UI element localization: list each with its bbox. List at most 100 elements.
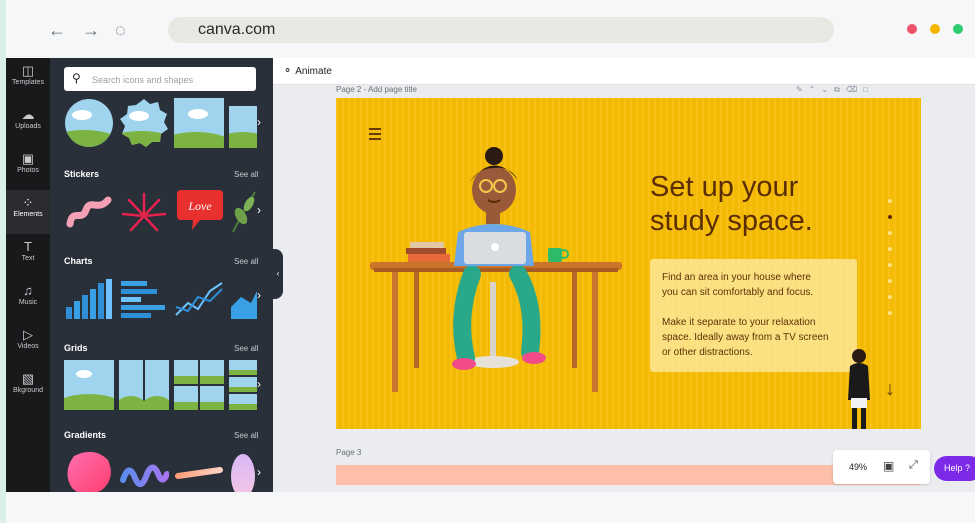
charts-row: ›: [64, 274, 273, 326]
see-all-grids[interactable]: See all: [234, 344, 258, 353]
chevron-right-icon[interactable]: ›: [257, 115, 261, 129]
horizontal-scrollbar[interactable]: [273, 486, 975, 492]
page-toolbar: ✎⌃⌄⧉⌫□: [796, 85, 874, 95]
search-input[interactable]: [90, 70, 254, 90]
lavender-gradient[interactable]: [229, 448, 257, 492]
move-up-icon[interactable]: ⌃: [809, 85, 822, 94]
slide-heading[interactable]: Set up your study space.: [650, 170, 850, 238]
background-pattern-icon: ▧: [21, 371, 35, 386]
templates-icon: ◫: [21, 63, 35, 78]
area-chart-thumbnail[interactable]: [229, 274, 257, 324]
design-slide[interactable]: Set up your study space. Find an area in…: [336, 98, 921, 429]
rail-item-uploads[interactable]: ☁ Uploads: [6, 102, 50, 146]
single-grid-thumbnail[interactable]: [64, 360, 114, 410]
rail-item-label: Bkground: [13, 387, 43, 394]
grid-view-icon[interactable]: ▣: [883, 459, 894, 473]
slide-paragraph-2-line-3: or other distractions.: [662, 347, 753, 358]
panel-collapse-handle[interactable]: ‹: [273, 249, 283, 299]
editor-toolbar: ⚬ Animate: [273, 58, 975, 85]
cloud-upload-icon: ☁: [21, 107, 35, 122]
back-arrow-icon[interactable]: ←: [48, 20, 66, 41]
animate-icon: ⚬: [283, 65, 293, 77]
chevron-right-icon[interactable]: ›: [257, 288, 261, 302]
four-cell-grid-thumbnail[interactable]: [174, 360, 224, 410]
slide-text-box[interactable]: Find an area in your house where you can…: [650, 259, 857, 372]
rail-item-label: Text: [21, 255, 35, 262]
section-title-stickers: Stickers: [64, 169, 100, 179]
fullscreen-icon[interactable]: ⤢: [909, 459, 918, 472]
section-title-gradients: Gradients: [64, 430, 107, 440]
rail-item-elements[interactable]: ⁘ Elements: [6, 190, 50, 234]
see-all-gradients[interactable]: See all: [234, 431, 258, 440]
grids-row: ›: [64, 360, 273, 412]
stroke-gradient[interactable]: [174, 448, 224, 492]
zoom-level[interactable]: 49%: [849, 462, 867, 472]
circle-photo-frame[interactable]: [64, 98, 114, 148]
rail-item-templates[interactable]: ◫ Templates: [6, 58, 50, 102]
chevron-right-icon[interactable]: ›: [257, 203, 261, 217]
reload-icon[interactable]: ◌: [115, 20, 126, 41]
section-title-grids: Grids: [64, 343, 88, 353]
bar-chart-thumbnail[interactable]: [64, 274, 114, 324]
shapes-icon: ⁘: [22, 195, 34, 210]
text-icon: T: [24, 239, 32, 254]
rail-item-background[interactable]: ▧ Bkground: [6, 366, 50, 410]
page-3-title[interactable]: Page 3: [336, 448, 361, 457]
pink-blob-gradient[interactable]: [64, 448, 114, 492]
page-2-title[interactable]: Page 2 - Add page title: [336, 85, 417, 94]
section-title-charts: Charts: [64, 256, 93, 266]
leaf-sticker[interactable]: [229, 186, 257, 236]
browser-toolbar: ← → ◌ canva.com: [6, 0, 975, 58]
see-all-stickers[interactable]: See all: [234, 170, 258, 179]
see-all-charts[interactable]: See all: [234, 257, 258, 266]
window-dot-green[interactable]: [953, 24, 963, 34]
rail-item-label: Elements: [13, 211, 43, 218]
canva-editor: ◫ Templates ☁ Uploads ▣ Photos ⁘ Element…: [6, 58, 975, 492]
standing-person-illustration: [848, 349, 870, 429]
shapes-row: ›: [64, 98, 273, 150]
stacked-grid-thumbnail[interactable]: [229, 360, 257, 410]
firework-sticker[interactable]: [119, 186, 169, 236]
delete-page-icon[interactable]: ⌫: [846, 85, 863, 94]
rectangle-photo-frame[interactable]: [229, 98, 257, 148]
slide-paragraph-1-line-2: you can sit comfortably and focus.: [662, 287, 814, 298]
slide-paragraph-2-line-1: Make it separate to your relaxation: [662, 317, 816, 328]
url-text: canva.com: [198, 21, 276, 38]
rail-item-videos[interactable]: ▷ Videos: [6, 322, 50, 366]
chevron-right-icon[interactable]: ›: [257, 465, 261, 479]
chevron-right-icon[interactable]: ›: [257, 377, 261, 391]
duplicate-page-icon[interactable]: ⧉: [834, 85, 846, 94]
gradients-row: ›: [64, 448, 273, 492]
move-down-icon[interactable]: ⌄: [821, 85, 834, 94]
rail-item-label: Templates: [12, 79, 44, 86]
rail-item-photos[interactable]: ▣ Photos: [6, 146, 50, 190]
music-note-icon: ♫: [23, 283, 33, 298]
sticker-love-text: Love: [187, 199, 212, 213]
animate-button[interactable]: ⚬ Animate: [283, 64, 332, 77]
horizontal-bar-chart-thumbnail[interactable]: [119, 274, 169, 324]
edit-notes-icon[interactable]: ✎: [796, 85, 809, 94]
square-photo-frame[interactable]: [174, 98, 224, 148]
forward-arrow-icon[interactable]: →: [82, 20, 100, 41]
stickers-row: Love ›: [64, 186, 273, 238]
help-button[interactable]: Help ?: [934, 456, 975, 481]
search-box: ⚲: [64, 67, 256, 91]
browser-window: ← → ◌ canva.com ◫ Templates ☁ Uploads ▣ …: [6, 0, 975, 523]
zoom-controls: 49% ▣ ⤢: [833, 450, 930, 484]
line-chart-thumbnail[interactable]: [174, 274, 224, 324]
scalloped-photo-frame[interactable]: [119, 98, 169, 148]
add-page-icon[interactable]: □: [863, 85, 874, 94]
rail-item-label: Photos: [17, 167, 39, 174]
slide-pagination-dots: [888, 199, 892, 327]
animate-label: Animate: [295, 66, 332, 77]
window-dot-yellow[interactable]: [930, 24, 940, 34]
address-bar[interactable]: canva.com: [168, 17, 834, 43]
help-label: Help ?: [944, 463, 971, 473]
two-column-grid-thumbnail[interactable]: [119, 360, 169, 410]
pink-squiggle-sticker[interactable]: [64, 186, 114, 236]
window-dot-red[interactable]: [907, 24, 917, 34]
love-speech-bubble-sticker[interactable]: Love: [174, 186, 224, 236]
wave-gradient[interactable]: [119, 448, 169, 492]
rail-item-music[interactable]: ♫ Music: [6, 278, 50, 322]
rail-item-text[interactable]: T Text: [6, 234, 50, 278]
